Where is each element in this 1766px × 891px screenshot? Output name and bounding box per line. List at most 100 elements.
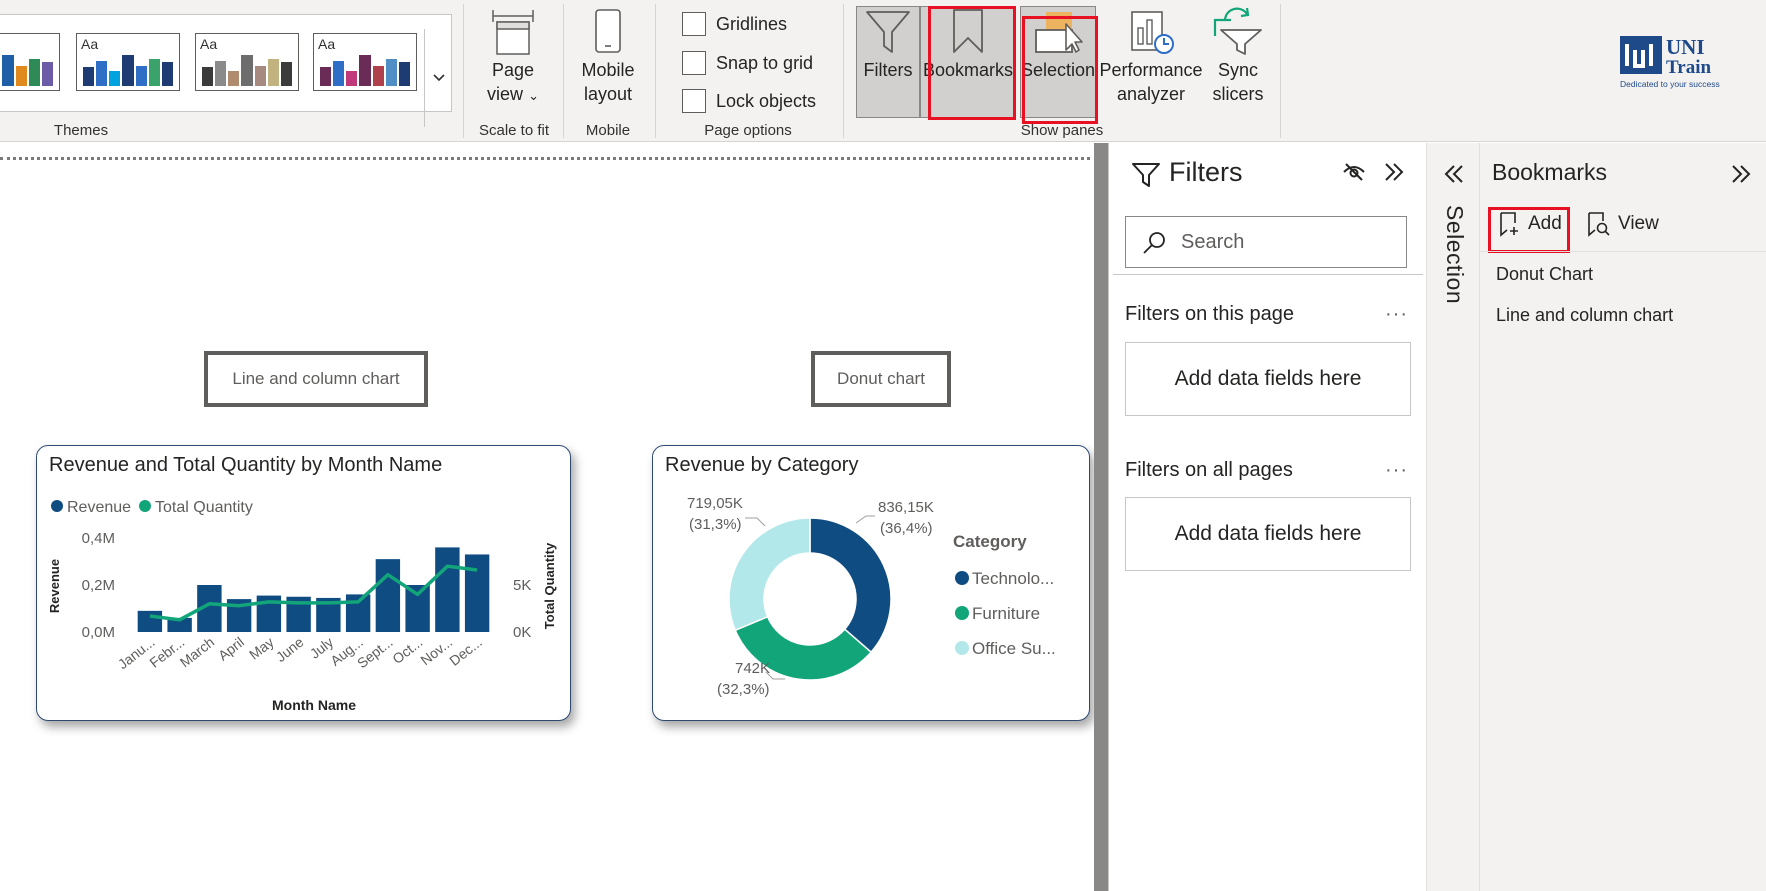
performance-analyzer-icon — [1131, 11, 1174, 54]
chevron-down-icon: ⌄ — [528, 88, 539, 103]
mobile-phone-icon — [595, 9, 621, 53]
legend-marker-quantity — [139, 500, 151, 512]
revenue-bar[interactable] — [464, 554, 490, 632]
ribbon-separator — [463, 4, 464, 138]
filters-page-drop-well[interactable]: Add data fields here — [1125, 342, 1411, 416]
revenue-bar[interactable] — [137, 610, 163, 632]
group-label-mobile: Mobile — [585, 122, 631, 139]
legend-marker — [955, 606, 969, 620]
bookmark-button-line-column[interactable]: Line and column chart — [204, 351, 428, 407]
chevron-down-icon — [432, 74, 445, 82]
funnel-icon — [1132, 163, 1160, 187]
mobile-layout-button[interactable]: Mobile layout — [572, 6, 644, 106]
snap-to-grid-checkbox[interactable]: Snap to grid — [682, 51, 813, 75]
filters-pane-label: Filters — [863, 60, 913, 80]
ribbon-separator — [563, 4, 564, 138]
donut-chart-visual[interactable]: Revenue by Category 836,15K (36,4%) 742K (3… — [652, 445, 1090, 721]
selection-pane-title: Selection — [1442, 205, 1468, 305]
legend-label: Technolo... — [972, 569, 1054, 588]
y2-tick-label: 5K — [513, 577, 531, 594]
x-tick-label: May — [246, 634, 277, 663]
checkbox-box[interactable] — [682, 12, 706, 36]
page-top-dotted-border — [0, 157, 1090, 160]
theme-color-bar — [267, 58, 279, 86]
collapse-bookmarks-chevron-icon[interactable] — [1726, 159, 1756, 189]
filters-pane-title: Filters — [1169, 157, 1243, 187]
bookmark-button-donut-label: Donut chart — [837, 369, 925, 388]
performance-analyzer-button[interactable]: Performance analyzer — [1098, 6, 1204, 106]
more-options-icon[interactable]: ··· — [1385, 303, 1408, 326]
filters-all-pages-drop-well[interactable]: Add data fields here — [1125, 497, 1411, 571]
lock-objects-checkbox[interactable]: Lock objects — [682, 89, 816, 113]
bookmark-item[interactable]: Donut Chart — [1496, 264, 1593, 285]
lock-objects-label: Lock objects — [716, 90, 817, 111]
checkbox-box[interactable] — [682, 51, 706, 75]
legend-label: Furniture — [972, 604, 1040, 623]
theme-color-bar — [41, 62, 53, 86]
view-bookmark-label: View — [1618, 213, 1659, 234]
add-data-fields-label: Add data fields here — [1174, 522, 1362, 545]
theme-color-bar — [28, 58, 40, 86]
checkbox-box[interactable] — [682, 89, 706, 113]
gridlines-label: Gridlines — [716, 13, 788, 34]
group-label-page-options: Page options — [704, 122, 792, 139]
unitrain-logo: UNI Train Dedicated to your success — [1618, 34, 1728, 90]
search-placeholder: Search — [1181, 231, 1245, 253]
sync-slicers-button[interactable]: Sync slicers — [1206, 6, 1270, 106]
theme-color-bar — [148, 58, 160, 86]
theme-color-bar — [15, 65, 27, 86]
group-label-scale: Scale to fit — [478, 122, 550, 139]
selection-pane-collapsed[interactable]: Selection — [1426, 143, 1480, 891]
page-view-button[interactable]: Page view ⌄ — [478, 6, 548, 108]
y2-tick-label: 0K — [513, 624, 531, 641]
more-options-icon[interactable]: ··· — [1385, 459, 1408, 482]
x-tick-label: June — [273, 634, 307, 665]
filters-on-all-pages-label: Filters on all pages — [1125, 459, 1293, 481]
ribbon-separator — [843, 4, 844, 138]
theme-thumb-2[interactable]: Aa — [76, 33, 180, 91]
hide-filters-eye-icon[interactable] — [1339, 157, 1369, 187]
y2-axis-title: Total Quantity — [542, 542, 557, 629]
view-bookmark-button[interactable]: View — [1586, 211, 1659, 237]
svg-text:Train: Train — [1666, 57, 1711, 78]
bookmark-button-line-column-label: Line and column chart — [232, 369, 400, 388]
themes-more-button[interactable] — [424, 29, 452, 127]
theme-thumb-1[interactable] — [0, 33, 60, 91]
leader-line — [855, 515, 875, 524]
theme-color-bar — [254, 65, 266, 86]
donut-slice[interactable] — [809, 517, 892, 654]
donut-slice[interactable] — [728, 517, 811, 632]
line-column-chart-visual[interactable]: Revenue and Total Quantity by Month Name… — [36, 445, 571, 721]
canvas-scrollbar[interactable] — [1094, 143, 1108, 891]
gridlines-checkbox[interactable]: Gridlines — [682, 12, 787, 36]
theme-color-bar — [333, 60, 345, 86]
theme-color-bar — [398, 62, 410, 86]
theme-bars — [202, 52, 292, 86]
sync-slicers-label-2: slicers — [1212, 84, 1264, 104]
revenue-bar[interactable] — [375, 559, 401, 632]
filters-pane-button[interactable]: Filters — [856, 6, 920, 82]
bookmarks-pane-title: Bookmarks — [1492, 159, 1608, 185]
bookmark-button-donut[interactable]: Donut chart — [811, 351, 951, 407]
x-tick-label: Janu... — [115, 634, 158, 672]
bookmarks-divider — [1480, 251, 1766, 252]
page-view-label-2: view ⌄ — [487, 84, 539, 104]
expand-selection-chevron-icon[interactable] — [1439, 159, 1469, 189]
theme-thumb-label: Aa — [81, 36, 99, 52]
collapse-filters-chevron-icon[interactable] — [1379, 157, 1409, 187]
filters-search-input[interactable]: Search — [1125, 216, 1407, 268]
theme-color-bar — [83, 67, 95, 86]
theme-bars — [83, 52, 173, 86]
bookmark-item[interactable]: Line and column chart — [1496, 305, 1673, 326]
theme-thumb-3[interactable]: Aa — [195, 33, 299, 91]
theme-bars — [0, 52, 53, 86]
revenue-bar[interactable] — [435, 547, 460, 632]
y-tick-label: 0,2M — [82, 577, 115, 594]
theme-thumb-4[interactable]: Aa — [313, 33, 417, 91]
svg-text:UNI: UNI — [1666, 35, 1705, 59]
donut-chart-svg: 836,15K (36,4%) 742K (32,3%) 719,05K (31,3%) C… — [687, 495, 1056, 698]
theme-color-bar — [215, 60, 227, 86]
ribbon-separator — [655, 4, 656, 138]
theme-bars — [320, 52, 410, 86]
leader-line — [745, 517, 766, 527]
